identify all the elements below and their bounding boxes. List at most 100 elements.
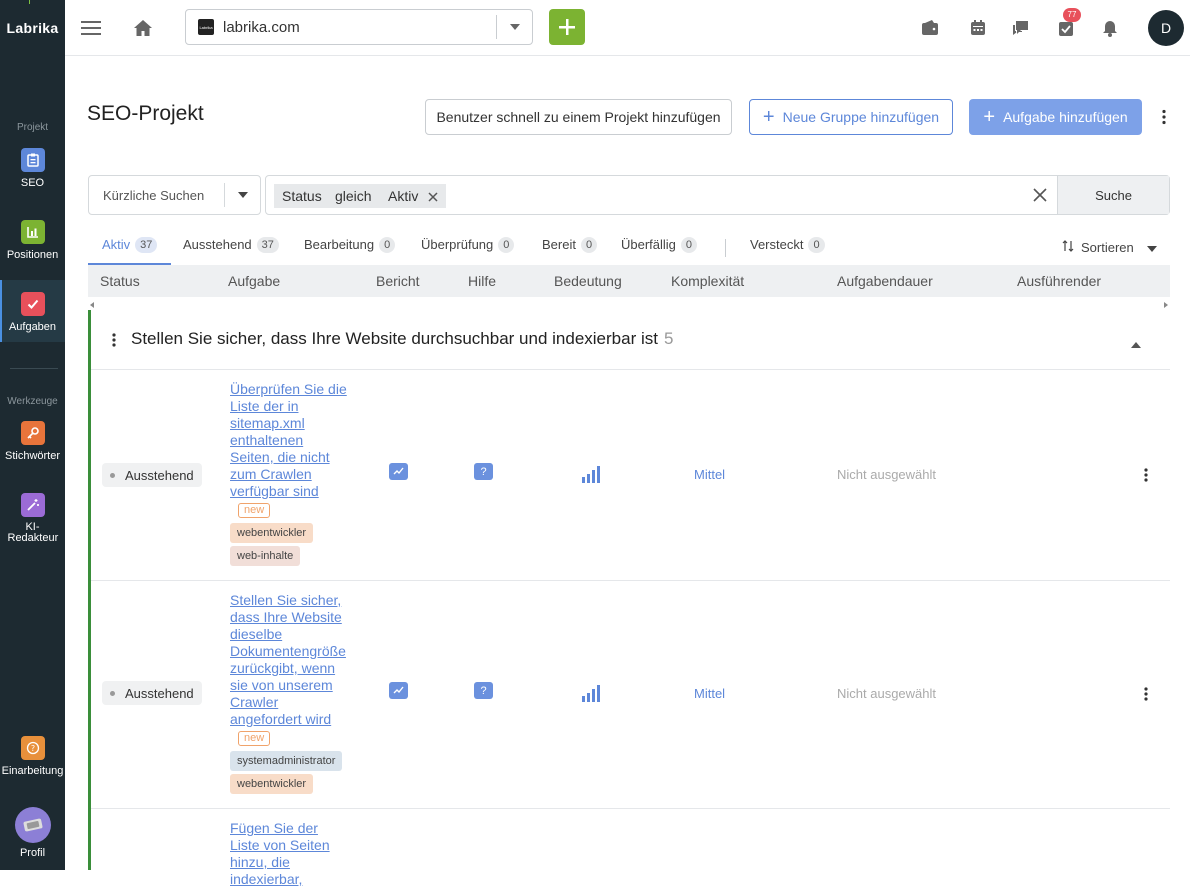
add-user-to-project-button[interactable]: Benutzer schnell zu einem Projekt hinzuf… [425, 99, 732, 135]
tasks-badge: 77 [1063, 8, 1081, 22]
group-header[interactable]: Stellen Sie sicher, dass Ihre Website du… [91, 310, 1170, 370]
sidebar-item-label: Stichwörter [4, 450, 61, 462]
tab-ueberfaellig[interactable]: Überfällig 0 [621, 237, 698, 265]
tab-aktiv[interactable]: Aktiv 37 [88, 237, 172, 265]
checkmark-icon [20, 292, 45, 316]
app-logo[interactable]: Labrika [0, 0, 65, 56]
chevron-down-icon[interactable] [496, 15, 532, 39]
column-header[interactable]: Ausführender [1017, 273, 1101, 289]
filter-operator-chip[interactable]: gleich [327, 184, 380, 208]
svg-text:?: ? [30, 744, 34, 753]
menu-icon[interactable] [79, 16, 103, 40]
tag-badge[interactable]: systemadministrator [230, 751, 343, 771]
column-header[interactable]: Aufgabe [228, 273, 280, 289]
signal-bars-icon [581, 465, 601, 483]
report-chart-icon[interactable] [389, 682, 408, 699]
sidebar-item-stichwoerter[interactable]: Stichwörter [0, 421, 65, 465]
column-header[interactable]: Status [100, 273, 140, 289]
topbar: Labrika labrika.com 77 D [65, 0, 1190, 56]
collapse-icon[interactable] [1131, 335, 1141, 353]
sidebar-item-seo[interactable]: SEO [0, 148, 65, 198]
filter-field-chip[interactable]: Status [274, 184, 330, 208]
tab-bearbeitung[interactable]: Bearbeitung 0 [304, 237, 396, 265]
task-link[interactable]: Fügen Sie der Liste von Seiten hinzu, di… [230, 820, 350, 888]
wallet-icon[interactable] [918, 16, 942, 40]
chat-icon[interactable] [1009, 16, 1033, 40]
chevron-down-icon[interactable] [224, 183, 260, 207]
row-menu-icon[interactable] [1142, 686, 1150, 702]
column-header[interactable]: Bedeutung [554, 273, 622, 289]
column-header[interactable]: Aufgabendauer [837, 273, 933, 289]
clear-filter-icon[interactable] [1032, 187, 1050, 205]
sidebar-item-ki-redakteur[interactable]: KI-Redakteur [0, 493, 65, 549]
home-icon[interactable] [131, 16, 155, 40]
tab-versteckt[interactable]: Versteckt 0 [750, 237, 825, 265]
column-header[interactable]: Bericht [376, 273, 420, 289]
sidebar-item-label: Positionen [6, 249, 59, 261]
sidebar-item-label: Profil [19, 847, 46, 859]
page-title: SEO-Projekt [87, 102, 204, 125]
tab-divider [725, 239, 726, 257]
tag-badge[interactable]: webentwickler [230, 774, 314, 794]
add-project-button[interactable] [549, 9, 585, 45]
search-button[interactable]: Suche [1057, 176, 1169, 214]
horizontal-scrollbar[interactable] [88, 297, 1170, 308]
new-group-button[interactable]: + Neue Gruppe hinzufügen [749, 99, 953, 135]
help-circle-icon: ? [20, 736, 45, 760]
table-row: Ausstehend Stellen Sie sicher, dass Ihre… [91, 581, 1170, 809]
bell-icon[interactable] [1098, 16, 1122, 40]
task-link[interactable]: Überprüfen Sie die Liste der in sitemap.… [230, 381, 350, 518]
status-badge[interactable]: Ausstehend [102, 681, 202, 705]
sidebar-item-einarbeitung[interactable]: ? Einarbeitung [0, 736, 65, 780]
row-menu-icon[interactable] [1142, 467, 1150, 483]
signal-bars-icon [581, 684, 601, 702]
user-avatar[interactable]: D [1148, 10, 1184, 46]
new-badge: new [238, 731, 271, 746]
column-header[interactable]: Hilfe [468, 273, 496, 289]
sort-icon [1062, 240, 1074, 255]
chart-icon [20, 220, 45, 244]
task-group: Stellen Sie sicher, dass Ihre Website du… [88, 310, 1170, 887]
sidebar: Labrika Projekt SEO Positionen Aufgaben … [0, 0, 65, 870]
plus-icon: + [983, 106, 996, 128]
help-icon[interactable]: ? [474, 682, 493, 699]
project-selector[interactable]: Labrika labrika.com [185, 9, 533, 45]
task-link[interactable]: Stellen Sie sicher, dass Ihre Website di… [230, 592, 350, 746]
group-menu-icon[interactable] [111, 332, 117, 353]
status-badge[interactable]: Ausstehend [102, 463, 202, 487]
tasks-icon[interactable]: 77 [1054, 8, 1081, 40]
clipboard-icon [20, 148, 45, 172]
plus-icon: + [762, 106, 775, 128]
sidebar-item-profil[interactable]: Profil [0, 807, 65, 863]
duration-value[interactable]: Nicht ausgewählt [837, 686, 936, 701]
complexity-value[interactable]: Mittel [694, 467, 725, 482]
group-count: 5 [663, 329, 674, 348]
sidebar-item-aufgaben[interactable]: Aufgaben [0, 280, 65, 342]
filter-input[interactable]: Status gleich Aktiv Suche [265, 175, 1170, 215]
report-chart-icon[interactable] [389, 463, 408, 480]
table-header: Status Aufgabe Bericht Hilfe Bedeutung K… [88, 265, 1170, 297]
complexity-value[interactable]: Mittel [694, 686, 725, 701]
sidebar-item-positionen[interactable]: Positionen [0, 220, 65, 270]
more-options-icon[interactable] [1158, 108, 1170, 126]
recent-searches-label: Kürzliche Suchen [103, 187, 205, 203]
sidebar-item-label: KI-Redakteur [7, 521, 59, 544]
tab-bereit[interactable]: Bereit 0 [542, 237, 598, 265]
add-task-button[interactable]: + Aufgabe hinzufügen [969, 99, 1142, 135]
sort-dropdown[interactable]: Sortieren [1062, 240, 1157, 255]
tab-ausstehend[interactable]: Ausstehend 37 [183, 237, 279, 265]
filter-value-chip[interactable]: Aktiv [380, 184, 447, 208]
sidebar-item-label: Aufgaben [8, 321, 57, 333]
key-icon [20, 421, 45, 445]
help-icon[interactable]: ? [474, 463, 493, 480]
calendar-icon[interactable] [966, 16, 990, 40]
sidebar-divider [10, 368, 58, 369]
remove-filter-icon[interactable] [428, 189, 438, 205]
tag-badge[interactable]: webentwickler [230, 523, 314, 543]
duration-value[interactable]: Nicht ausgewählt [837, 467, 936, 482]
recent-searches-dropdown[interactable]: Kürzliche Suchen [88, 175, 261, 215]
tag-badge[interactable]: web-inhalte [230, 546, 301, 566]
plus-icon [559, 19, 575, 35]
tab-ueberpruefung[interactable]: Überprüfung 0 [421, 237, 515, 265]
column-header[interactable]: Komplexität [671, 273, 744, 289]
